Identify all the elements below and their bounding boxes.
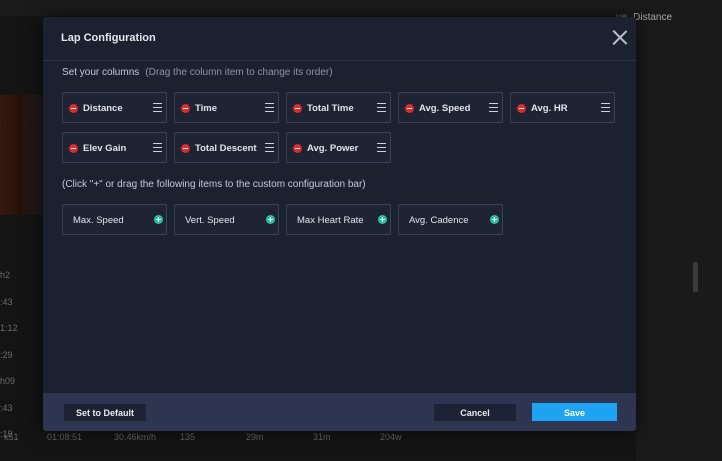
column-label: Max. Speed xyxy=(73,215,124,226)
drag-handle-icon[interactable] xyxy=(377,102,386,112)
background-cell: 01:08:51 xyxy=(47,432,83,442)
remove-icon[interactable] xyxy=(405,104,414,113)
background-header xyxy=(0,0,722,16)
column-label: Avg. Power xyxy=(307,143,359,154)
remove-icon[interactable] xyxy=(517,104,526,113)
background-time: 1:12 xyxy=(0,323,18,333)
remove-icon[interactable] xyxy=(293,104,302,113)
background-cell: 204w xyxy=(380,432,402,442)
background-cell: 31m xyxy=(313,432,331,442)
background-cell: 135 xyxy=(180,432,196,442)
background-time: :43 xyxy=(0,402,13,413)
add-icon[interactable] xyxy=(490,215,499,224)
add-icon[interactable] xyxy=(154,215,163,224)
drag-handle-icon[interactable] xyxy=(153,142,162,152)
available-column-max-speed[interactable]: Max. Speed xyxy=(62,204,167,235)
column-label: Avg. Speed xyxy=(419,103,471,114)
drag-handle-icon[interactable] xyxy=(601,102,610,112)
background-time-list: h2 :43 1:12 :29 h09 :43 :19 xyxy=(0,262,18,448)
drag-handle-icon[interactable] xyxy=(489,102,498,112)
selected-column-avg-speed[interactable]: Avg. Speed xyxy=(398,92,503,123)
set-to-default-button[interactable]: Set to Default xyxy=(64,404,146,421)
background-time: h09 xyxy=(0,376,16,386)
selected-column-distance[interactable]: Distance xyxy=(62,92,167,123)
background-time: :29 xyxy=(0,349,13,360)
cancel-button[interactable]: Cancel xyxy=(434,404,516,421)
remove-icon[interactable] xyxy=(69,104,78,113)
column-label: Total Time xyxy=(307,103,354,114)
drag-handle-icon[interactable] xyxy=(377,142,386,152)
selected-column-avg-hr[interactable]: Avg. HR xyxy=(510,92,615,123)
drag-handle-icon[interactable] xyxy=(265,142,274,152)
remove-icon[interactable] xyxy=(181,144,190,153)
background-scrollbar[interactable] xyxy=(693,262,698,292)
drag-handle-icon[interactable] xyxy=(153,102,162,112)
column-label: Avg. HR xyxy=(531,103,568,114)
background-cell: 29m xyxy=(246,432,264,442)
selected-column-elev-gain[interactable]: Elev Gain xyxy=(62,132,167,163)
remove-icon[interactable] xyxy=(181,104,190,113)
available-hint: (Click "+" or drag the following items t… xyxy=(62,179,366,190)
column-label: Vert. Speed xyxy=(185,215,235,226)
background-tab: Distance xyxy=(633,12,673,23)
column-label: Elev Gain xyxy=(83,143,127,154)
columns-heading-row: Set your columns (Drag the column item to… xyxy=(62,67,333,78)
selected-column-total-time[interactable]: Total Time xyxy=(286,92,391,123)
selected-column-time[interactable]: Time xyxy=(174,92,279,123)
selected-column-avg-power[interactable]: Avg. Power xyxy=(286,132,391,163)
background-time: h2 xyxy=(0,270,11,280)
drag-handle-icon[interactable] xyxy=(265,102,274,112)
selected-column-total-descent[interactable]: Total Descent xyxy=(174,132,279,163)
remove-icon[interactable] xyxy=(69,144,78,153)
background-chart xyxy=(0,95,44,215)
column-label: Total Descent xyxy=(195,143,257,154)
background-side-panel xyxy=(636,0,722,461)
columns-heading: Set your columns xyxy=(62,67,140,78)
background-cell: 30.46km/h xyxy=(114,432,157,442)
available-column-max-heart-rate[interactable]: Max Heart Rate xyxy=(286,204,391,235)
columns-hint: (Drag the column item to change its orde… xyxy=(145,67,333,78)
add-icon[interactable] xyxy=(266,215,275,224)
add-icon[interactable] xyxy=(378,215,387,224)
dialog-title: Lap Configuration xyxy=(61,32,156,44)
background-time: :43 xyxy=(0,296,13,307)
remove-icon[interactable] xyxy=(293,144,302,153)
lap-configuration-dialog: Lap Configuration Set your columns (Drag … xyxy=(43,17,636,431)
column-label: Time xyxy=(195,103,218,114)
available-column-avg-cadence[interactable]: Avg. Cadence xyxy=(398,204,503,235)
close-icon[interactable] xyxy=(611,29,629,47)
column-label: Distance xyxy=(83,103,123,114)
available-column-vert-speed[interactable]: Vert. Speed xyxy=(174,204,279,235)
background-cell: k51 xyxy=(4,432,19,442)
column-label: Max Heart Rate xyxy=(297,215,364,226)
save-button[interactable]: Save xyxy=(532,403,617,421)
dialog-footer: Set to Default Cancel Save xyxy=(43,393,636,431)
dialog-header: Lap Configuration xyxy=(43,17,636,61)
column-label: Avg. Cadence xyxy=(409,215,469,226)
